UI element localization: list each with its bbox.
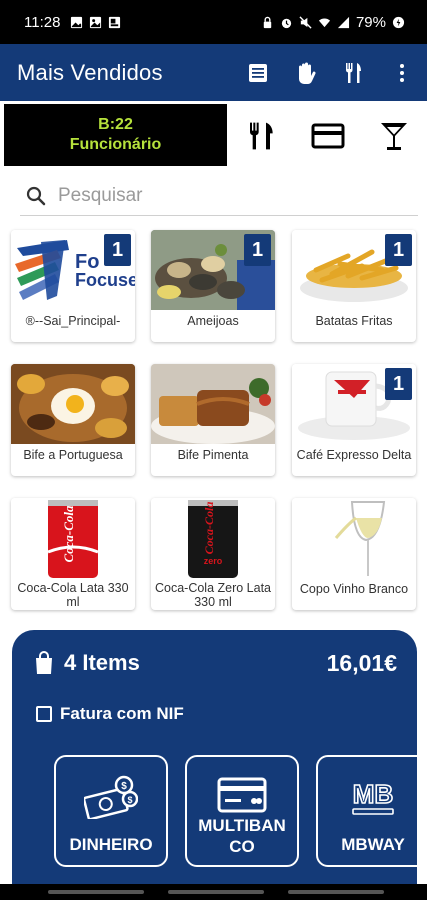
fork-knife-icon — [250, 122, 273, 150]
gallery-icon-2 — [90, 16, 102, 28]
mb-logo-icon: MB — [352, 778, 394, 815]
app-bar: Mais Vendidos — [0, 44, 427, 101]
page-title: Mais Vendidos — [17, 59, 163, 85]
product-image — [292, 498, 416, 578]
cart-item-count: 4 Items — [64, 650, 140, 675]
search-bar — [20, 176, 418, 216]
pay-cash-label: DINHEIRO — [69, 835, 153, 854]
can-label: Coca-Cola — [202, 502, 216, 555]
product-card[interactable]: Bife Pimenta — [151, 364, 275, 476]
product-name: Batatas Fritas — [315, 314, 393, 328]
hand-icon — [299, 62, 316, 84]
quantity-badge: 1 — [385, 368, 412, 400]
cart-panel: 4 Items 16,01€ Fatura com NIF $ $ DINHEI… — [12, 630, 417, 892]
product-name: Coca-Cola Zero Lata 330 ml — [154, 581, 272, 609]
cocktail-icon — [381, 123, 407, 150]
pay-multibanco-button[interactable]: MULTIBAN CO — [185, 755, 299, 867]
tab-drinks[interactable] — [377, 119, 411, 153]
system-nav-bar — [0, 884, 427, 900]
pay-multibanco-label: MULTIBAN CO — [198, 816, 286, 856]
employee-label: Funcionário — [69, 136, 162, 153]
product-name: Copo Vinho Branco — [299, 582, 409, 596]
product-name: Coca-Cola Lata 330 ml — [17, 581, 129, 609]
cash-icon: $ $ — [84, 775, 138, 819]
nif-label: Fatura com NIF — [60, 704, 184, 723]
tab-food[interactable] — [245, 119, 279, 153]
product-name: Café Expresso Delta — [296, 448, 412, 462]
fork-knife-icon — [346, 62, 361, 83]
restaurant-button[interactable] — [341, 60, 367, 86]
status-bar: 11:28 79% — [0, 0, 427, 44]
nif-checkbox-row[interactable]: Fatura com NIF — [36, 704, 184, 724]
product-card[interactable]: Bife a Portuguesa — [11, 364, 135, 476]
product-card[interactable]: Coca-Cola Coca-Cola Lata 330 ml — [11, 498, 135, 610]
product-card[interactable]: Fo Focuse 1 ®--Sai_Principal- — [11, 230, 135, 342]
nif-checkbox[interactable] — [36, 706, 52, 722]
portrait-icon — [109, 16, 121, 28]
product-name: Ameijoas — [187, 314, 239, 328]
quantity-badge: 1 — [104, 234, 131, 266]
product-image — [151, 364, 275, 444]
pay-mbway-label: MBWAY — [341, 835, 405, 854]
product-image: Coca-Cola zero — [151, 498, 275, 578]
cart-summary[interactable]: 4 Items — [34, 650, 140, 676]
nav-recents-handle[interactable] — [48, 890, 144, 894]
search-input[interactable] — [58, 180, 408, 212]
signal-icon — [337, 16, 350, 28]
product-card[interactable]: 1 Ameijoas — [151, 230, 275, 342]
nav-home-handle[interactable] — [168, 890, 264, 894]
cart-total: 16,01€ — [326, 650, 397, 676]
svg-text:$: $ — [127, 795, 132, 805]
status-time: 11:28 — [24, 13, 61, 31]
credit-card-icon — [311, 123, 345, 149]
stop-hand-button[interactable] — [293, 60, 319, 86]
zero-label: zero — [204, 556, 223, 566]
product-card[interactable]: 1 Café Expresso Delta — [292, 364, 416, 476]
credit-card-icon — [217, 777, 267, 813]
more-options-button[interactable] — [389, 60, 415, 86]
quantity-badge: 1 — [385, 234, 412, 266]
product-name: ®--Sai_Principal- — [25, 314, 121, 328]
gallery-icon — [71, 16, 83, 28]
logo-text-line2: Focuse — [75, 270, 135, 290]
receipt-list-button[interactable] — [245, 60, 271, 86]
svg-text:$: $ — [121, 781, 127, 792]
pay-cash-button[interactable]: $ $ DINHEIRO — [54, 755, 168, 867]
battery-icon — [392, 16, 405, 28]
battery-percent: 79% — [355, 13, 386, 31]
quantity-badge: 1 — [244, 234, 271, 266]
table-number: B:22 — [98, 116, 133, 133]
can-label: Coca-Cola — [61, 505, 76, 563]
product-image — [11, 364, 135, 444]
pay-mbway-button[interactable]: MB MBWAY — [316, 755, 417, 867]
product-card[interactable]: Copo Vinho Branco — [292, 498, 416, 610]
table-selector[interactable]: B:22 Funcionário — [4, 104, 227, 166]
alarm-icon — [281, 18, 292, 28]
list-icon — [249, 63, 267, 82]
shopping-bag-icon — [36, 651, 52, 674]
search-icon — [26, 186, 46, 206]
tab-payment-card[interactable] — [311, 119, 345, 153]
mute-icon — [299, 15, 312, 29]
category-bar: B:22 Funcionário — [0, 101, 427, 171]
nav-back-handle[interactable] — [288, 890, 384, 894]
product-card[interactable]: Coca-Cola zero Coca-Cola Zero Lata 330 m… — [151, 498, 275, 610]
product-card[interactable]: 1 Batatas Fritas — [292, 230, 416, 342]
product-name: Bife a Portuguesa — [23, 448, 123, 462]
wifi-icon — [318, 18, 331, 27]
product-image: Coca-Cola — [11, 498, 135, 578]
more-vert-icon — [400, 63, 404, 82]
mb-logo-text: MB — [353, 779, 393, 809]
product-name: Bife Pimenta — [177, 448, 249, 462]
lock-icon — [263, 16, 272, 28]
